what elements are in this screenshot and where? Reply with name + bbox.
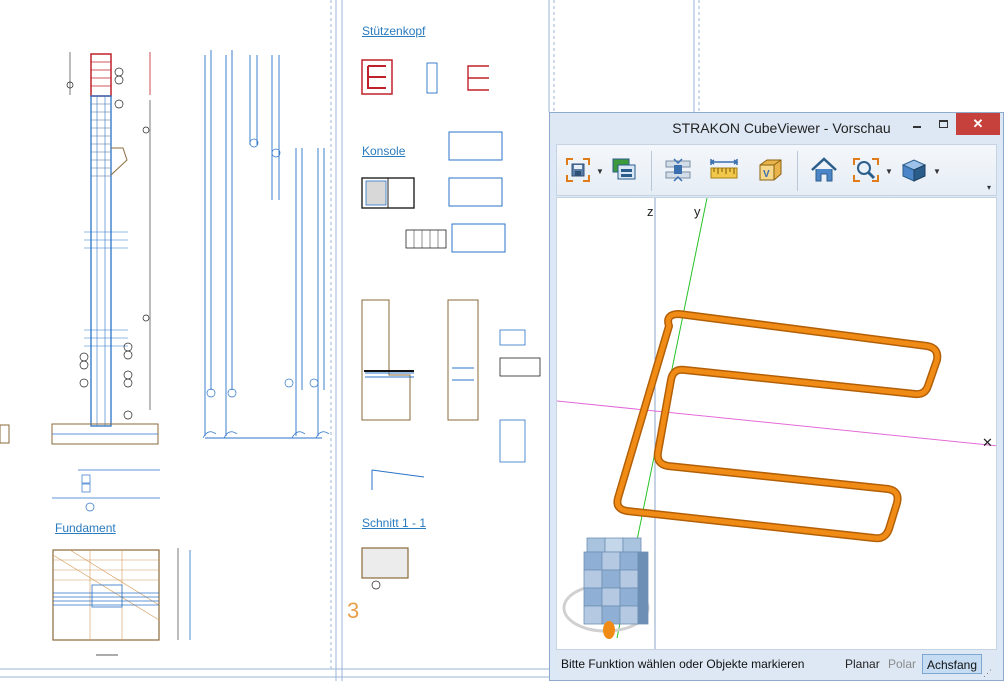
maximize-icon bbox=[938, 120, 948, 128]
save-dropdown-caret[interactable]: ▼ bbox=[596, 167, 604, 176]
window-titlebar[interactable]: STRAKON CubeViewer - Vorschau ✕ bbox=[550, 113, 1003, 143]
navigation-cube[interactable] bbox=[562, 537, 650, 639]
layers-button[interactable] bbox=[607, 153, 641, 187]
column-elevation bbox=[51, 52, 160, 512]
rebar-stirrup-model bbox=[613, 310, 942, 543]
toolbar-overflow-icon[interactable]: ▾ bbox=[987, 183, 991, 192]
3d-scene bbox=[557, 198, 996, 649]
section-1-1-detail bbox=[361, 547, 409, 590]
minimize-icon bbox=[913, 126, 921, 128]
mode-achsfang-toggle[interactable]: Achsfang bbox=[922, 654, 983, 674]
measure-icon bbox=[709, 159, 739, 179]
x-axis-marker: ✕ bbox=[982, 435, 993, 450]
zoom-button[interactable] bbox=[849, 153, 883, 187]
sheet-number-marker: 3 bbox=[347, 598, 360, 623]
maximize-button[interactable] bbox=[930, 113, 956, 135]
mode-polar-toggle[interactable]: Polar bbox=[884, 654, 920, 674]
home-button[interactable] bbox=[807, 153, 841, 187]
foundation-plan bbox=[52, 548, 191, 656]
section-link-schnitt[interactable]: Schnitt 1 - 1 bbox=[362, 516, 426, 530]
mode-planar-toggle[interactable]: Planar bbox=[841, 654, 884, 674]
zoom-icon bbox=[853, 158, 879, 182]
y-axis-label: y bbox=[694, 204, 701, 219]
svg-text:V: V bbox=[763, 169, 770, 180]
shading-icon bbox=[901, 159, 927, 182]
split-view-icon bbox=[665, 158, 691, 182]
z-axis-label: z bbox=[647, 204, 654, 219]
status-message: Bitte Funktion wählen oder Objekte marki… bbox=[561, 657, 805, 671]
section-link-stuetzenkopf[interactable]: Stützenkopf bbox=[362, 24, 425, 38]
section-link-fundament[interactable]: Fundament bbox=[55, 521, 116, 535]
save-icon bbox=[566, 158, 590, 182]
close-icon: ✕ bbox=[972, 116, 984, 131]
split-view-button[interactable] bbox=[661, 153, 695, 187]
home-icon bbox=[811, 157, 837, 182]
bar-list-elevation bbox=[204, 50, 325, 439]
zoom-dropdown-caret[interactable]: ▼ bbox=[885, 167, 893, 176]
shading-button[interactable] bbox=[897, 153, 931, 187]
status-bar: Bitte Funktion wählen oder Objekte marki… bbox=[556, 650, 997, 678]
close-button[interactable]: ✕ bbox=[956, 113, 1000, 135]
save-button[interactable] bbox=[561, 153, 595, 187]
measure-button[interactable] bbox=[707, 153, 741, 187]
view-cube-icon: V bbox=[759, 159, 782, 181]
resize-grip-icon[interactable]: ⋰ bbox=[983, 668, 993, 678]
x-axis-line bbox=[557, 400, 996, 447]
3d-viewport[interactable]: z y ✕ bbox=[556, 197, 997, 650]
corbel-details bbox=[361, 131, 541, 490]
layers-icon bbox=[612, 158, 636, 180]
section-link-konsole[interactable]: Konsole bbox=[362, 144, 405, 158]
view-cube-button[interactable]: V bbox=[753, 153, 787, 187]
column-head-details bbox=[361, 59, 489, 95]
cubeviewer-window: STRAKON CubeViewer - Vorschau ✕ ▼ V ▼ ▼ … bbox=[549, 112, 1004, 681]
minimize-button[interactable] bbox=[904, 113, 930, 135]
viewer-toolbar: ▼ V ▼ ▼ ▾ bbox=[556, 144, 997, 196]
shading-dropdown-caret[interactable]: ▼ bbox=[933, 167, 941, 176]
